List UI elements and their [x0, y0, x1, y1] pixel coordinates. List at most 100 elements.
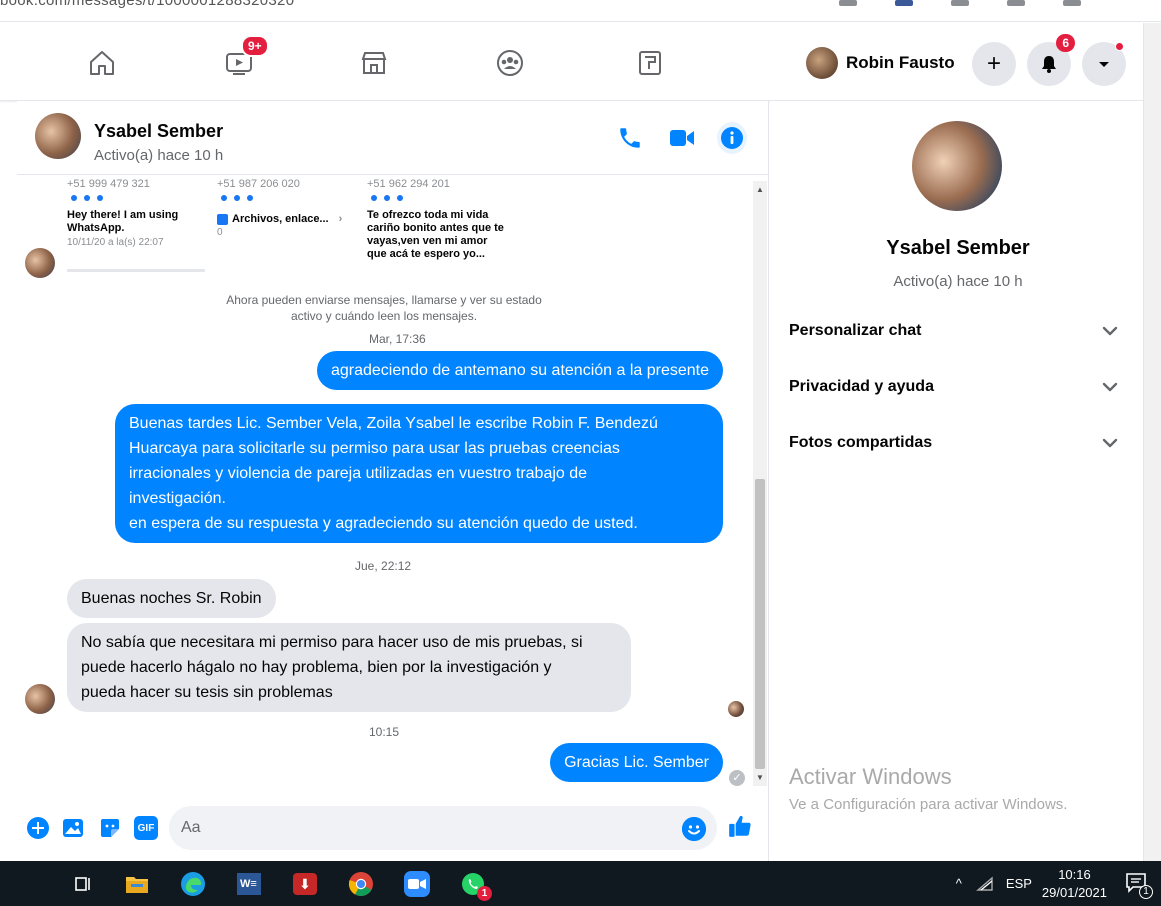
- message-dot-icon[interactable]: [221, 195, 227, 201]
- message-input[interactable]: [169, 806, 717, 850]
- contact-profile-photo[interactable]: [912, 121, 1002, 211]
- create-button[interactable]: +: [972, 42, 1016, 86]
- gaming-icon[interactable]: [630, 43, 670, 83]
- download-arrow-icon: ⬇: [293, 873, 317, 895]
- activate-subtitle: Ve a Configuración para activar Windows.: [789, 796, 1068, 813]
- shared-contact-card[interactable]: +51 999 479 321 Hey there! I am using Wh…: [67, 176, 205, 272]
- notification-count: 1: [1139, 884, 1153, 899]
- chevron-down-icon: [1102, 438, 1118, 448]
- section-label: Personalizar chat: [789, 322, 922, 339]
- notifications-badge: 6: [1056, 34, 1075, 52]
- browser-icon[interactable]: [951, 0, 969, 6]
- contact-date: 10/11/20 a la(s) 22:07: [67, 237, 164, 248]
- message-line: puede hacerlo hágalo no hay problema, bi…: [81, 659, 552, 676]
- browser-toolbar-icons: [839, 0, 1081, 6]
- notifications-button[interactable]: 6: [1027, 34, 1075, 86]
- clock[interactable]: 10:16 29/01/2021: [1042, 866, 1107, 902]
- timestamp: Mar, 17:36: [369, 332, 426, 346]
- outgoing-message[interactable]: Buenas tardes Lic. Sember Vela, Zoila Ys…: [115, 404, 723, 543]
- contact-avatar[interactable]: [35, 113, 81, 159]
- top-navigation: 9+ Robin Fausto + 6: [0, 23, 1143, 101]
- contact-status: Activo(a) hace 10 h: [94, 147, 224, 164]
- marketplace-icon[interactable]: [354, 43, 394, 83]
- bell-icon: [1042, 56, 1056, 73]
- incoming-message[interactable]: Buenas noches Sr. Robin: [67, 579, 276, 618]
- browser-extension-icon[interactable]: [895, 0, 913, 6]
- wifi-icon[interactable]: [976, 875, 994, 892]
- home-icon[interactable]: [82, 43, 122, 83]
- video-dot-icon[interactable]: [84, 195, 90, 201]
- scroll-thumb[interactable]: [755, 479, 765, 769]
- call-dot-icon[interactable]: [397, 195, 403, 201]
- message-line: en espera de su respuesta y agradeciendo…: [129, 515, 638, 532]
- page-scrollbar[interactable]: [1143, 23, 1161, 863]
- watch-icon[interactable]: 9+: [219, 35, 269, 83]
- gif-icon[interactable]: GIF: [133, 815, 159, 841]
- message-line: irracionales y violencia de pareja utili…: [129, 465, 588, 482]
- seen-avatar: [728, 701, 744, 717]
- edge-browser-icon[interactable]: [180, 871, 206, 897]
- word-icon[interactable]: W≡: [236, 871, 262, 897]
- conversation-info-button[interactable]: [717, 122, 747, 154]
- section-shared-photos[interactable]: Fotos compartidas: [789, 425, 1119, 461]
- activate-title: Activar Windows: [789, 764, 952, 789]
- zoom-icon[interactable]: [404, 871, 430, 897]
- emoji-icon[interactable]: [682, 817, 706, 841]
- timestamp: Jue, 22:12: [355, 559, 412, 573]
- section-customize-chat[interactable]: Personalizar chat: [789, 313, 1119, 349]
- scroll-up-arrow[interactable]: ▲: [756, 185, 764, 194]
- video-call-icon[interactable]: [667, 123, 697, 153]
- section-privacy-support[interactable]: Privacidad y ayuda: [789, 369, 1119, 405]
- info-icon: [721, 127, 743, 149]
- message-dot-icon[interactable]: [71, 195, 77, 201]
- more-actions-icon[interactable]: [25, 815, 51, 841]
- file-explorer-icon[interactable]: [124, 871, 150, 897]
- scroll-down-arrow[interactable]: ▼: [756, 773, 764, 782]
- task-view-icon[interactable]: [70, 871, 96, 897]
- contact-name[interactable]: Ysabel Sember: [94, 121, 223, 142]
- chrome-icon[interactable]: [348, 871, 374, 897]
- shared-contact-card[interactable]: +51 962 294 201 Te ofrezco toda mi vida …: [367, 176, 505, 272]
- call-dot-icon[interactable]: [247, 195, 253, 201]
- browser-icon[interactable]: [1007, 0, 1025, 6]
- chevron-up-icon[interactable]: ^: [956, 876, 962, 891]
- timestamp: 10:15: [369, 725, 400, 739]
- video-dot-icon[interactable]: [234, 195, 240, 201]
- browser-icon[interactable]: [839, 0, 857, 6]
- message-line: pueda hacer su tesis sin problemas: [81, 684, 333, 701]
- chevron-down-icon: [1102, 326, 1118, 336]
- call-dot-icon[interactable]: [97, 195, 103, 201]
- shared-contact-card[interactable]: +51 987 206 020 Archivos, enlace... › 0: [217, 176, 355, 272]
- info-contact-name[interactable]: Ysabel Sember: [770, 237, 1146, 260]
- video-dot-icon[interactable]: [384, 195, 390, 201]
- profile-chip[interactable]: Robin Fausto: [806, 41, 955, 85]
- download-manager-icon[interactable]: ⬇: [292, 871, 318, 897]
- chat-panel: Ysabel Sember Activo(a) hace 10 h +51 99…: [17, 101, 769, 861]
- contact-phone: +51 962 294 201: [367, 178, 450, 190]
- language-indicator[interactable]: ESP: [1006, 876, 1032, 891]
- groups-icon[interactable]: [490, 43, 530, 83]
- outgoing-message[interactable]: agradeciendo de antemano su atención a l…: [316, 351, 723, 390]
- browser-profile-icon[interactable]: [1063, 0, 1081, 6]
- clock-date: 29/01/2021: [1041, 884, 1107, 900]
- contact-actions: [221, 195, 355, 201]
- files-link[interactable]: Archivos, enlace... ›: [217, 213, 355, 225]
- message-composer: GIF: [17, 801, 769, 857]
- avatar: [806, 47, 838, 79]
- phone-call-icon[interactable]: [615, 123, 645, 153]
- like-thumb-icon[interactable]: [727, 813, 753, 839]
- card-divider: [67, 269, 205, 272]
- incoming-message[interactable]: No sabía que necesitara mi permiso para …: [67, 623, 631, 712]
- profile-name: Robin Fausto: [846, 53, 955, 72]
- photo-icon[interactable]: [60, 815, 86, 841]
- message-dot-icon[interactable]: [371, 195, 377, 201]
- sticker-icon[interactable]: [97, 815, 123, 841]
- message-line: investigación.: [129, 490, 226, 507]
- action-center-icon[interactable]: 1: [1125, 871, 1153, 899]
- outgoing-message[interactable]: Gracias Lic. Sember: [550, 743, 723, 782]
- message-scrollbar[interactable]: ▲ ▼: [753, 181, 767, 786]
- whatsapp-icon[interactable]: 1: [460, 871, 492, 901]
- account-menu-button[interactable]: [1082, 42, 1126, 86]
- word-letter: W≡: [237, 873, 261, 895]
- url-fragment: book.com/messages/t/1000001288320320: [0, 0, 295, 9]
